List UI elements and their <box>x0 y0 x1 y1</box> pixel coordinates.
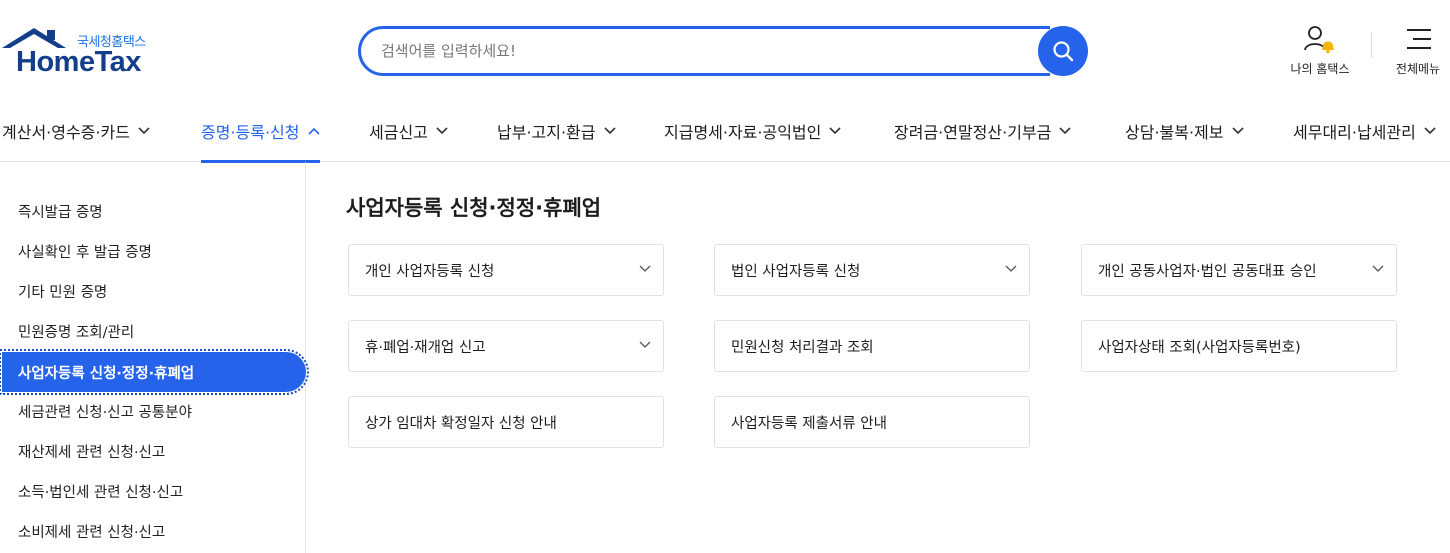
nav-tab-tax-agent[interactable]: 세무대리·납세관리 <box>1293 100 1436 162</box>
main-navigation: 계산서·영수증·카드 증명·등록·신청 세금신고 납부·고지·환급 지급명세·자… <box>0 100 1450 163</box>
sidebar-item-tax-common-application[interactable]: 세금관련 신청·신고 공통분야 <box>2 391 306 431</box>
logo-wordmark: HomeTax <box>16 46 141 78</box>
nav-tab-payment-statement[interactable]: 지급명세·자료·공익법인 <box>664 100 841 162</box>
user-bell-icon <box>1304 26 1334 54</box>
sidebar-item-label: 소비제세 관련 신청·신고 <box>18 524 166 541</box>
nav-tab-tax-filing[interactable]: 세금신고 <box>369 100 448 162</box>
chevron-down-icon <box>1372 265 1384 272</box>
nav-tab-certificate-registration[interactable]: 증명·등록·신청 <box>201 100 320 163</box>
sidebar-item-other-civil-certificate[interactable]: 기타 민원 증명 <box>2 271 306 311</box>
sidebar-item-label: 즉시발급 증명 <box>18 204 103 221</box>
nav-tab-label: 장려금·연말정산·기부금 <box>894 123 1052 142</box>
nav-tab-label: 상담·불복·제보 <box>1125 123 1224 142</box>
nav-tab-label: 세무대리·납세관리 <box>1293 123 1416 142</box>
chevron-up-icon <box>307 127 320 135</box>
nav-tab-payment-notice-refund[interactable]: 납부·고지·환급 <box>497 100 616 162</box>
card-label: 법인 사업자등록 신청 <box>731 263 861 280</box>
page-title: 사업자등록 신청·정정·휴폐업 <box>346 196 602 220</box>
chevron-down-icon <box>138 127 150 135</box>
chevron-down-icon <box>829 127 841 135</box>
sidebar-item-instant-certificate[interactable]: 즉시발급 증명 <box>2 191 306 231</box>
nav-tab-label: 증명·등록·신청 <box>201 123 300 142</box>
hometax-logo[interactable]: 국세청홈택스 HomeTax <box>2 26 162 80</box>
search-button[interactable] <box>1038 26 1088 76</box>
card-joint-business-approval[interactable]: 개인 공동사업자·법인 공동대표 승인 <box>1081 244 1397 296</box>
my-hometax-label: 나의 홈택스 <box>1290 62 1350 76</box>
card-label: 개인 공동사업자·법인 공동대표 승인 <box>1098 263 1317 280</box>
card-lease-fixed-date-guide[interactable]: 상가 임대차 확정일자 신청 안내 <box>348 396 664 448</box>
nav-tab-invoice-receipt-card[interactable]: 계산서·영수증·카드 <box>2 100 150 162</box>
all-menu-button[interactable]: 전체메뉴 <box>1386 24 1450 78</box>
card-label: 사업자등록 제출서류 안내 <box>731 415 887 432</box>
nav-tab-incentive-year-end[interactable]: 장려금·연말정산·기부금 <box>894 100 1071 162</box>
header-divider <box>1371 32 1372 58</box>
sidebar-item-property-tax[interactable]: 재산제세 관련 신청·신고 <box>2 431 306 471</box>
sidebar-item-label: 재산제세 관련 신청·신고 <box>18 444 166 461</box>
nav-tab-label: 납부·고지·환급 <box>497 123 596 142</box>
sidebar-item-verified-certificate[interactable]: 사실확인 후 발급 증명 <box>2 231 306 271</box>
sidebar-item-label: 소득·법인세 관련 신청·신고 <box>18 484 184 501</box>
card-application-result-inquiry[interactable]: 민원신청 처리결과 조회 <box>714 320 1030 372</box>
search-input[interactable] <box>358 26 1050 76</box>
sidebar-item-consumption-tax[interactable]: 소비제세 관련 신청·신고 <box>2 511 306 551</box>
sidebar-item-label: 민원증명 조회/관리 <box>18 324 135 341</box>
hamburger-menu-icon <box>1407 29 1431 49</box>
sidebar-item-label: 사업자등록 신청·정정·휴폐업 <box>18 365 195 382</box>
chevron-down-icon <box>1231 127 1244 135</box>
sidebar-item-certificate-inquiry[interactable]: 민원증명 조회/관리 <box>2 311 306 351</box>
card-label: 사업자상태 조회(사업자등록번호) <box>1098 339 1301 356</box>
chevron-down-icon <box>639 341 651 348</box>
chevron-down-icon <box>603 127 616 135</box>
chevron-down-icon <box>639 265 651 272</box>
card-label: 상가 임대차 확정일자 신청 안내 <box>365 415 557 432</box>
card-label: 휴·폐업·재개업 신고 <box>365 339 486 356</box>
card-label: 민원신청 처리결과 조회 <box>731 339 874 356</box>
chevron-down-icon <box>1424 127 1436 135</box>
nav-tab-label: 계산서·영수증·카드 <box>2 123 130 142</box>
card-closure-reopening-report[interactable]: 휴·폐업·재개업 신고 <box>348 320 664 372</box>
nav-tab-label: 지급명세·자료·공익법인 <box>664 123 822 142</box>
card-registration-documents-guide[interactable]: 사업자등록 제출서류 안내 <box>714 396 1030 448</box>
sidebar-item-income-corporate-tax[interactable]: 소득·법인세 관련 신청·신고 <box>2 471 306 511</box>
chevron-down-icon <box>1059 127 1071 135</box>
my-hometax-button[interactable]: 나의 홈택스 <box>1283 24 1357 78</box>
chevron-down-icon <box>1005 265 1017 272</box>
header: 국세청홈택스 HomeTax 나의 홈택스 전체메뉴 <box>0 0 1450 100</box>
sidebar-item-business-registration[interactable]: 사업자등록 신청·정정·휴폐업 <box>0 349 309 395</box>
nav-tab-label: 세금신고 <box>369 123 428 142</box>
card-label: 개인 사업자등록 신청 <box>365 263 495 280</box>
sidebar-item-label: 사실확인 후 발급 증명 <box>18 244 152 261</box>
nav-tab-consultation-appeal[interactable]: 상담·불복·제보 <box>1125 100 1244 162</box>
card-individual-business-registration[interactable]: 개인 사업자등록 신청 <box>348 244 664 296</box>
sidebar: 즉시발급 증명 사실확인 후 발급 증명 기타 민원 증명 민원증명 조회/관리… <box>0 162 309 553</box>
sidebar-item-label: 세금관련 신청·신고 공통분야 <box>18 404 192 421</box>
search-bar <box>358 26 1090 76</box>
card-corporate-business-registration[interactable]: 법인 사업자등록 신청 <box>714 244 1030 296</box>
search-icon <box>1053 41 1074 62</box>
all-menu-label: 전체메뉴 <box>1395 62 1441 76</box>
card-business-status-inquiry[interactable]: 사업자상태 조회(사업자등록번호) <box>1081 320 1397 372</box>
sidebar-item-label: 기타 민원 증명 <box>18 284 108 301</box>
chevron-down-icon <box>436 127 448 135</box>
